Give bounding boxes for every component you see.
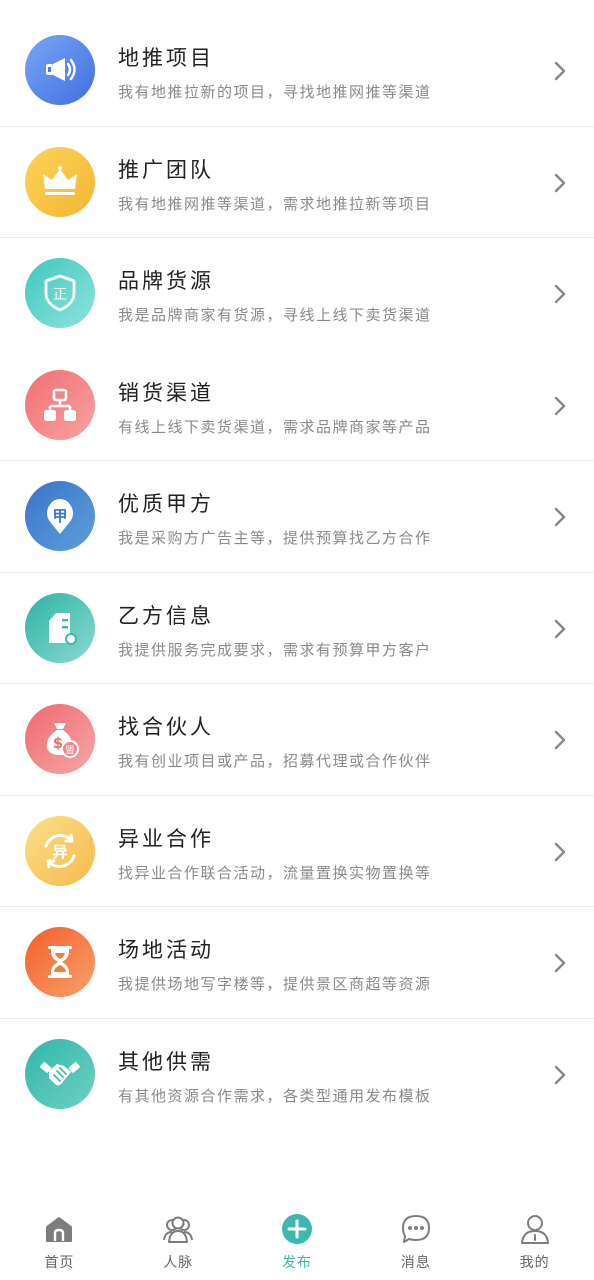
money-bag-icon: $ 盟	[25, 704, 95, 774]
item-description: 有线上线下卖货渠道，需求品牌商家等产品	[118, 417, 432, 436]
list-item-promotion-team[interactable]: 推广团队 我有地推网推等渠道，需求地推拉新等项目	[0, 127, 594, 238]
item-title: 场地活动	[118, 938, 214, 962]
item-title: 销货渠道	[118, 380, 214, 405]
contacts-icon	[163, 1216, 194, 1243]
profile-icon	[520, 1215, 549, 1244]
list-item-venue-events[interactable]: 场地活动 我提供场地写字楼等，提供景区商超等资源	[0, 907, 594, 1019]
bag-text: 盟	[65, 745, 74, 756]
bottom-tab-bar: 首页 人脉 发布 消息 我的	[0, 1190, 594, 1280]
item-title: 其他供需	[118, 1049, 214, 1074]
chevron-right-icon	[554, 284, 566, 304]
chevron-right-icon	[554, 730, 566, 750]
tab-label: 我的	[519, 1255, 550, 1271]
list-item-find-partner[interactable]: $ 盟 找合伙人 我有创业项目或产品，招募代理或合作伙伴	[0, 684, 594, 796]
megaphone-icon	[25, 35, 95, 105]
list-item-sales-channel[interactable]: 销货渠道 有线上线下卖货渠道，需求品牌商家等产品	[0, 350, 594, 461]
hierarchy-icon	[25, 369, 95, 440]
location-pin-icon: 甲	[25, 481, 95, 551]
exchange-text: 异	[52, 843, 67, 861]
item-title: 乙方信息	[118, 603, 214, 628]
item-description: 有其他资源合作需求，各类型通用发布模板	[118, 1086, 432, 1105]
tab-messages[interactable]: 消息	[356, 1190, 475, 1280]
hourglass-icon	[25, 927, 95, 997]
shield-text: 正	[53, 287, 67, 303]
item-description: 我有创业项目或产品，招募代理或合作伙伴	[118, 752, 432, 770]
home-icon	[46, 1217, 73, 1242]
item-title: 优质甲方	[118, 492, 214, 516]
tab-publish[interactable]: 发布	[238, 1190, 357, 1280]
item-description: 我是采购方广告主等，提供预算找乙方合作	[118, 529, 432, 547]
chevron-right-icon	[554, 619, 566, 638]
tab-label: 首页	[44, 1255, 75, 1271]
chevron-right-icon	[554, 61, 566, 81]
tab-label: 发布	[281, 1255, 312, 1271]
list-item-brand-supply[interactable]: 正 品牌货源 我是品牌商家有货源，寻线上线下卖货渠道	[0, 238, 594, 350]
handshake-icon	[25, 1038, 95, 1109]
chevron-right-icon	[554, 842, 566, 861]
list-item-ground-promotion[interactable]: 地推项目 我有地推拉新的项目，寻找地推网推等渠道	[0, 15, 594, 127]
chevron-right-icon	[554, 507, 566, 527]
tab-label: 人脉	[163, 1255, 194, 1271]
item-title: 推广团队	[118, 157, 214, 182]
tab-profile[interactable]: 我的	[475, 1190, 594, 1280]
item-description: 我提供场地写字楼等，提供景区商超等资源	[118, 975, 432, 993]
item-title: 异业合作	[118, 826, 214, 851]
category-list: 地推项目 我有地推拉新的项目，寻找地推网推等渠道 推广团队 我有地推网推等渠道，…	[0, 15, 594, 1130]
exchange-icon: 异	[25, 815, 95, 886]
list-item-quality-client[interactable]: 甲 优质甲方 我是采购方广告主等，提供预算找乙方合作	[0, 461, 594, 573]
item-title: 地推项目	[118, 46, 214, 70]
tab-contacts[interactable]: 人脉	[119, 1190, 238, 1280]
list-item-cross-industry[interactable]: 异 异业合作 找异业合作联合活动，流量置换实物置换等	[0, 796, 594, 907]
chevron-right-icon	[554, 1065, 566, 1084]
crown-icon	[25, 146, 95, 217]
pin-text: 甲	[52, 507, 67, 525]
list-item-other-supply-demand[interactable]: 其他供需 有其他资源合作需求，各类型通用发布模板	[0, 1019, 594, 1131]
chat-icon	[401, 1215, 430, 1243]
plus-icon	[281, 1214, 312, 1244]
tab-home[interactable]: 首页	[0, 1190, 119, 1280]
item-description: 我有地推网推等渠道，需求地推拉新等项目	[118, 194, 432, 213]
item-description: 找异业合作联合活动，流量置换实物置换等	[118, 863, 432, 882]
item-title: 品牌货源	[118, 269, 214, 293]
list-item-service-provider[interactable]: 乙方信息 我提供服务完成要求，需求有预算甲方客户	[0, 573, 594, 684]
item-description: 我有地推拉新的项目，寻找地推网推等渠道	[118, 83, 432, 101]
item-description: 我提供服务完成要求，需求有预算甲方客户	[118, 640, 432, 659]
chevron-right-icon	[554, 396, 566, 415]
tab-label: 消息	[400, 1255, 431, 1271]
item-description: 我是品牌商家有货源，寻线上线下卖货渠道	[118, 306, 432, 324]
publish-category-page: 地推项目 我有地推拉新的项目，寻找地推网推等渠道 推广团队 我有地推网推等渠道，…	[0, 0, 594, 1280]
item-title: 找合伙人	[118, 715, 214, 739]
chevron-right-icon	[554, 173, 566, 192]
chevron-right-icon	[554, 953, 566, 973]
shield-icon: 正	[25, 258, 95, 328]
document-icon	[25, 592, 95, 663]
